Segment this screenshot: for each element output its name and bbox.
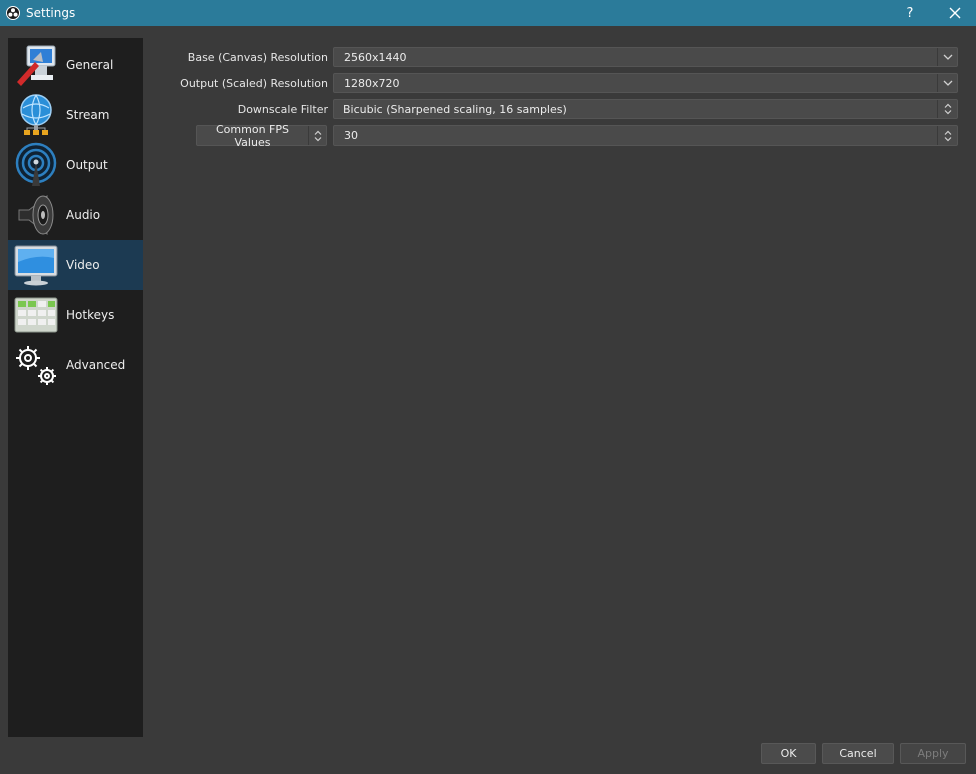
downscale-filter-value: Bicubic (Sharpened scaling, 16 samples) <box>343 102 567 116</box>
up-down-arrows-icon[interactable] <box>937 126 957 145</box>
help-button[interactable]: ? <box>898 0 922 26</box>
base-resolution-combo[interactable]: 2560x1440 <box>333 47 958 67</box>
sidebar-item-advanced[interactable]: Advanced <box>8 340 143 390</box>
fps-value-combo[interactable]: 30 <box>333 125 958 146</box>
downscale-filter-label: Downscale Filter <box>237 103 328 116</box>
title-bar: Settings <box>0 0 976 26</box>
settings-sidebar: General Stream Output Audio Video Hotkey… <box>8 38 143 737</box>
sidebar-item-video[interactable]: Video <box>8 240 143 290</box>
chevron-down-icon[interactable] <box>937 74 957 92</box>
output-resolution-combo[interactable]: 1280x720 <box>333 73 958 93</box>
downscale-filter-combo[interactable]: Bicubic (Sharpened scaling, 16 samples) <box>333 99 958 119</box>
sidebar-item-output[interactable]: Output <box>8 140 143 190</box>
output-resolution-value: 1280x720 <box>344 76 400 90</box>
fps-type-selector[interactable]: Common FPS Values <box>196 122 327 149</box>
up-down-arrows-icon[interactable] <box>937 100 957 118</box>
sidebar-item-label: Audio <box>66 208 101 222</box>
stream-icon <box>11 90 61 140</box>
video-icon <box>11 240 61 290</box>
cancel-button[interactable]: Cancel <box>822 743 894 764</box>
fps-type-label: Common FPS Values <box>216 122 289 149</box>
ok-button[interactable]: OK <box>761 743 816 764</box>
obs-logo-icon <box>6 6 20 20</box>
sidebar-item-label: Advanced <box>66 358 126 372</box>
sidebar-item-hotkeys[interactable]: Hotkeys <box>8 290 143 340</box>
window-title: Settings <box>26 6 76 20</box>
sidebar-item-label: Video <box>66 258 100 272</box>
sidebar-item-audio[interactable]: Audio <box>8 190 143 240</box>
sidebar-item-label: Output <box>66 158 108 172</box>
apply-button[interactable]: Apply <box>900 743 966 764</box>
close-button[interactable] <box>940 0 970 26</box>
hotkeys-icon <box>11 290 61 340</box>
sidebar-item-stream[interactable]: Stream <box>8 90 143 140</box>
base-resolution-label: Base (Canvas) Resolution <box>187 51 328 64</box>
sidebar-item-general[interactable]: General <box>8 40 143 90</box>
chevron-down-icon[interactable] <box>937 48 957 66</box>
sidebar-item-label: Stream <box>66 108 110 122</box>
close-icon <box>949 7 961 19</box>
base-resolution-value: 2560x1440 <box>344 50 407 64</box>
up-down-arrows-icon[interactable] <box>308 126 326 145</box>
output-resolution-label: Output (Scaled) Resolution <box>180 77 328 90</box>
output-icon <box>11 140 61 190</box>
advanced-icon <box>11 340 61 390</box>
audio-icon <box>11 190 61 240</box>
sidebar-item-label: General <box>66 58 114 72</box>
general-icon <box>11 40 61 90</box>
fps-value: 30 <box>344 129 358 142</box>
sidebar-item-label: Hotkeys <box>66 308 115 322</box>
